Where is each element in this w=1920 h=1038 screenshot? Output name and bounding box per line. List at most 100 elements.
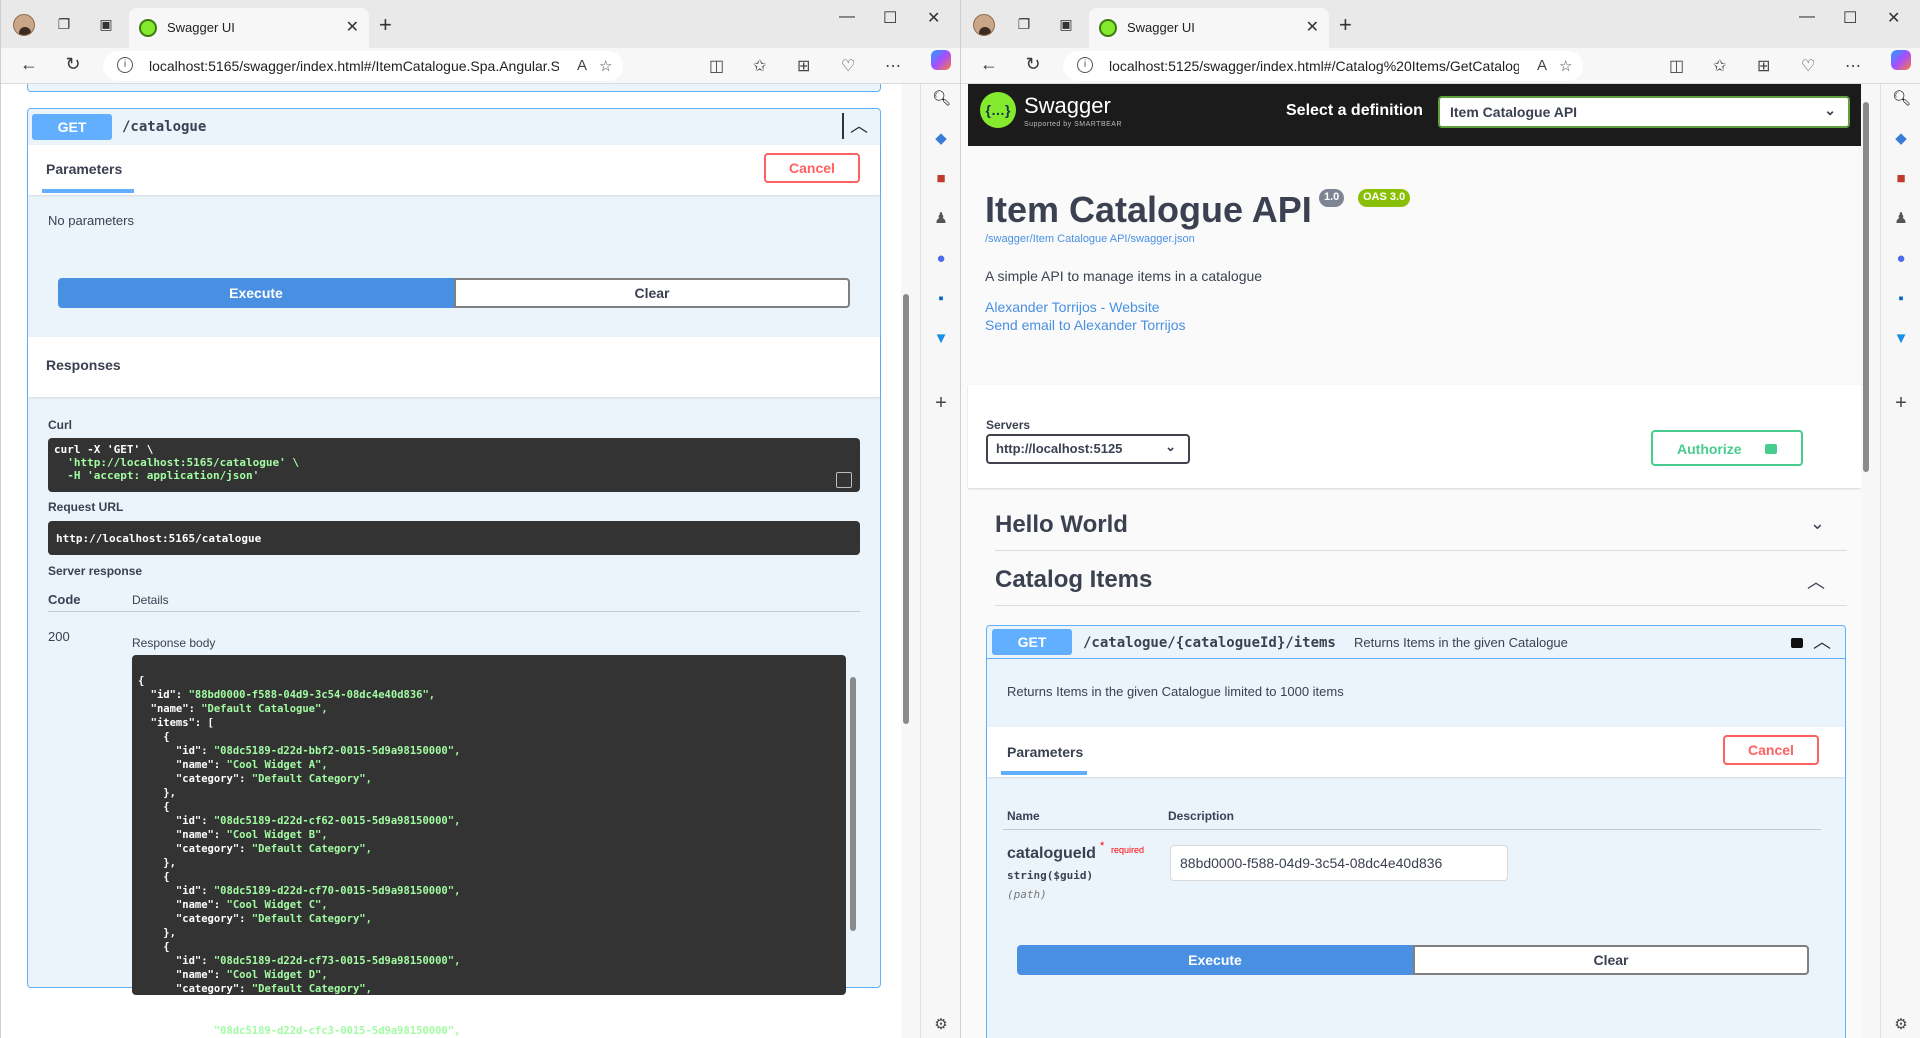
maximize-button[interactable]: ☐ bbox=[883, 8, 897, 28]
response-scrollbar[interactable] bbox=[848, 655, 858, 955]
close-tab-icon[interactable]: ✕ bbox=[346, 17, 359, 37]
page-scrollbar[interactable] bbox=[1861, 84, 1871, 1038]
definition-select[interactable]: Item Catalogue API ⌄ bbox=[1438, 96, 1850, 128]
search-icon[interactable]: 🔍︎ bbox=[932, 90, 951, 108]
url-text[interactable]: localhost:5165/swagger/index.html#/ItemC… bbox=[149, 58, 559, 74]
contact-website-link[interactable]: Alexander Torrijos - Website bbox=[985, 299, 1160, 315]
games-icon[interactable]: ♟ bbox=[932, 210, 950, 228]
tag-title: Catalog Items bbox=[995, 566, 1153, 593]
more-menu-icon[interactable]: ⋯ bbox=[1845, 56, 1861, 76]
tab-parameters[interactable]: Parameters bbox=[46, 161, 122, 177]
details-header: Details bbox=[132, 593, 169, 607]
read-aloud-icon[interactable]: A bbox=[577, 57, 587, 74]
execute-button[interactable]: Execute bbox=[58, 278, 454, 308]
response-body-code[interactable]: { "id": "88bd0000-f588-04d9-3c54-08dc4e4… bbox=[132, 655, 846, 1037]
site-info-icon[interactable]: i bbox=[117, 57, 133, 73]
settings-gear-icon[interactable]: ⚙ bbox=[932, 1016, 950, 1034]
close-tab-icon[interactable]: ✕ bbox=[1306, 17, 1319, 37]
profile-avatar[interactable] bbox=[13, 14, 35, 36]
spec-link[interactable]: /swagger/Item Catalogue API/swagger.json bbox=[985, 233, 1195, 245]
favorite-star-icon[interactable]: ☆ bbox=[1559, 57, 1572, 75]
execute-button[interactable]: Execute bbox=[1017, 945, 1413, 975]
back-button[interactable]: ← bbox=[977, 54, 1001, 75]
performance-icon[interactable]: ♡ bbox=[1801, 56, 1815, 76]
back-button[interactable]: ← bbox=[17, 54, 41, 75]
collapse-chevron-icon[interactable]: ︿ bbox=[1813, 628, 1831, 654]
copilot-icon[interactable] bbox=[931, 50, 951, 70]
page-scrollbar[interactable] bbox=[901, 84, 911, 1038]
search-icon[interactable]: 🔍︎ bbox=[1892, 90, 1911, 108]
contact-email-link[interactable]: Send email to Alexander Torrijos bbox=[985, 317, 1186, 333]
outlook-icon[interactable]: ▪ bbox=[932, 290, 950, 308]
tab-parameters[interactable]: Parameters bbox=[1007, 744, 1083, 760]
copilot-icon[interactable] bbox=[1891, 50, 1911, 70]
catalogue-id-input[interactable]: 88bd0000-f588-04d9-3c54-08dc4e40d836 bbox=[1170, 845, 1508, 881]
workspaces-icon[interactable]: ❐ bbox=[1015, 15, 1033, 33]
swagger-logo-icon[interactable]: {…} bbox=[980, 92, 1016, 128]
server-select[interactable]: http://localhost:5125 ⌄ bbox=[986, 434, 1190, 464]
drop-icon[interactable]: ▼ bbox=[1892, 330, 1910, 348]
new-tab-button[interactable]: + bbox=[379, 12, 392, 38]
outlook-icon[interactable]: ▪ bbox=[1892, 290, 1910, 308]
read-aloud-icon[interactable]: A bbox=[1537, 57, 1547, 74]
tag-catalog-items[interactable]: Catalog Items ︿ bbox=[995, 564, 1847, 606]
collapse-chevron-icon[interactable]: ︿ bbox=[850, 112, 868, 138]
clear-button[interactable]: Clear bbox=[454, 278, 850, 308]
browser-tab[interactable]: Swagger UI ✕ bbox=[1089, 8, 1329, 48]
cancel-button[interactable]: Cancel bbox=[764, 153, 860, 183]
drop-icon[interactable]: ▼ bbox=[932, 330, 950, 348]
site-info-icon[interactable]: i bbox=[1077, 57, 1093, 73]
address-bar[interactable]: i localhost:5165/swagger/index.html#/Ite… bbox=[103, 51, 623, 81]
chevron-up-icon[interactable]: ︿ bbox=[1807, 568, 1825, 594]
close-window-button[interactable]: ✕ bbox=[927, 8, 940, 28]
browser-tab[interactable]: Swagger UI ✕ bbox=[129, 8, 369, 48]
clear-button[interactable]: Clear bbox=[1413, 945, 1809, 975]
tab-actions-icon[interactable]: ▣ bbox=[97, 15, 115, 33]
favorite-star-icon[interactable]: ☆ bbox=[599, 57, 612, 75]
refresh-button[interactable]: ↻ bbox=[1021, 54, 1045, 75]
shopping-icon[interactable]: ◆ bbox=[932, 130, 950, 148]
refresh-button[interactable]: ↻ bbox=[61, 54, 85, 75]
endpoint-path[interactable]: /catalogue bbox=[122, 119, 206, 135]
maximize-button[interactable]: ☐ bbox=[1843, 8, 1857, 28]
cancel-button[interactable]: Cancel bbox=[1723, 735, 1819, 765]
tools-icon[interactable]: ■ bbox=[1892, 170, 1910, 188]
browser-window-left: ❐ ▣ Swagger UI ✕ + — ☐ ✕ ← ↻ i localhost… bbox=[0, 0, 960, 1038]
add-sidebar-app-icon[interactable]: + bbox=[932, 393, 950, 413]
split-screen-icon[interactable]: ◫ bbox=[709, 56, 724, 76]
new-tab-button[interactable]: + bbox=[1339, 12, 1352, 38]
request-url-box[interactable]: http://localhost:5165/catalogue bbox=[48, 521, 860, 555]
locked-icon[interactable] bbox=[1791, 638, 1803, 648]
address-bar-row: ← ↻ i localhost:5165/swagger/index.html#… bbox=[1, 48, 960, 84]
settings-gear-icon[interactable]: ⚙ bbox=[1892, 1016, 1910, 1034]
split-screen-icon[interactable]: ◫ bbox=[1669, 56, 1684, 76]
authorize-button[interactable]: Authorize bbox=[1651, 430, 1803, 466]
minimize-button[interactable]: — bbox=[839, 8, 855, 26]
favorites-icon[interactable]: ✩ bbox=[1713, 56, 1726, 76]
tools-icon[interactable]: ■ bbox=[932, 170, 950, 188]
address-bar[interactable]: i localhost:5125/swagger/index.html#/Cat… bbox=[1063, 51, 1583, 81]
http-method-badge[interactable]: GET bbox=[32, 114, 112, 140]
more-menu-icon[interactable]: ⋯ bbox=[885, 56, 901, 76]
collections-icon[interactable]: ⊞ bbox=[797, 56, 810, 76]
profile-avatar[interactable] bbox=[973, 14, 995, 36]
add-sidebar-app-icon[interactable]: + bbox=[1892, 393, 1910, 413]
endpoint-path[interactable]: /catalogue/{catalogueId}/items bbox=[1083, 635, 1336, 651]
workspaces-icon[interactable]: ❐ bbox=[55, 15, 73, 33]
shopping-icon[interactable]: ◆ bbox=[1892, 130, 1910, 148]
minimize-button[interactable]: — bbox=[1799, 8, 1815, 26]
collections-icon[interactable]: ⊞ bbox=[1757, 56, 1770, 76]
curl-code[interactable]: curl -X 'GET' \ 'http://localhost:5165/c… bbox=[48, 438, 860, 492]
microsoft365-icon[interactable]: ● bbox=[932, 250, 950, 268]
copy-icon[interactable] bbox=[836, 472, 852, 488]
microsoft365-icon[interactable]: ● bbox=[1892, 250, 1910, 268]
chevron-down-icon[interactable]: ⌄ bbox=[1810, 513, 1825, 534]
tab-actions-icon[interactable]: ▣ bbox=[1057, 15, 1075, 33]
tag-hello-world[interactable]: Hello World ⌄ bbox=[995, 509, 1847, 551]
games-icon[interactable]: ♟ bbox=[1892, 210, 1910, 228]
http-method-badge[interactable]: GET bbox=[992, 629, 1072, 655]
performance-icon[interactable]: ♡ bbox=[841, 56, 855, 76]
favorites-icon[interactable]: ✩ bbox=[753, 56, 766, 76]
url-text[interactable]: localhost:5125/swagger/index.html#/Catal… bbox=[1109, 58, 1519, 74]
close-window-button[interactable]: ✕ bbox=[1887, 8, 1900, 28]
